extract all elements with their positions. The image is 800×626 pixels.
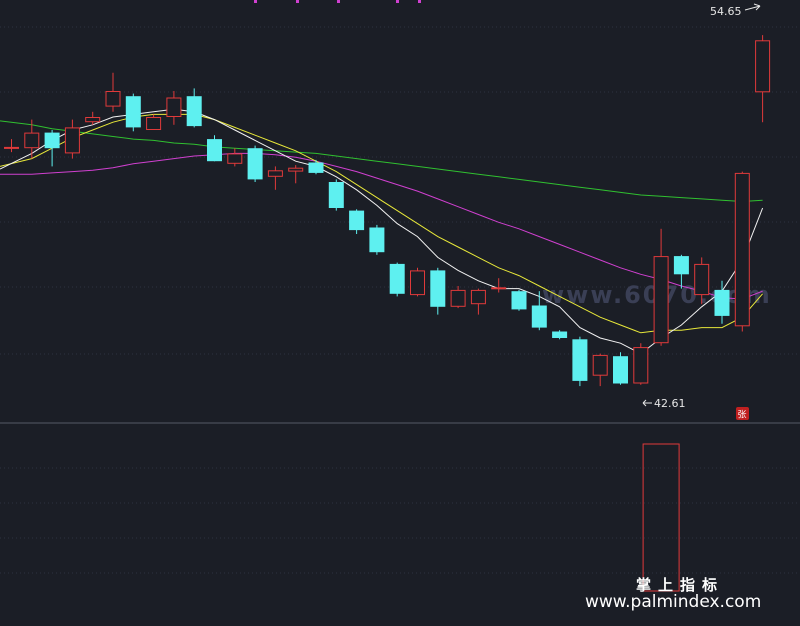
candle-body [267,170,283,177]
candle-body [308,162,324,173]
top-marker [337,0,340,3]
candle [572,336,588,387]
candle-body [755,40,771,93]
candle-body [247,148,263,180]
candle-body [369,227,385,253]
candle-body [166,97,182,117]
candle-body [105,91,121,107]
limit-up-badge: 张 [736,407,749,421]
candle [247,145,263,182]
candle-body [572,339,588,381]
candle [207,135,222,162]
candle [552,330,568,340]
candle-body [470,289,486,305]
top-marker [296,0,299,3]
candle [125,93,141,132]
candle-body [613,356,628,384]
candle [369,224,385,255]
high-price-label: 54.65 [710,5,742,18]
candle-body [552,331,568,338]
candle [613,352,628,385]
candle-body [146,117,162,130]
top-marker [418,0,421,3]
candle [511,289,527,311]
candle-body [734,172,750,327]
candle-body [44,132,60,149]
candle-body [511,291,527,310]
limit-up-badge-text: 张 [738,410,747,421]
candle-body [227,153,243,164]
candle-body [349,210,365,231]
candle-body [24,132,40,149]
candle-body [673,256,689,275]
candle-body [288,167,304,172]
top-marker [396,0,399,3]
candle [410,267,425,297]
candle-body [653,256,669,344]
candle-body [186,96,202,127]
candle [389,262,405,297]
low-price-label: 42.61 [654,397,686,410]
candlestick-chart: www.6070.com 54.65 42.61 张 掌上指标 www.palm… [0,0,800,626]
candle-body [4,146,19,149]
candle-body [592,354,608,376]
candle-body [430,270,446,307]
candle [328,179,344,211]
candle-body [714,289,730,316]
candle [633,343,649,385]
top-marker [254,0,257,3]
candle-body [491,287,507,290]
candle-body [410,270,425,296]
candle [734,171,750,332]
candle-body [207,139,222,162]
brand-url-text: www.palmindex.com [585,592,761,612]
candle-body [531,305,547,328]
candle-body [694,263,710,296]
candle-body [450,289,466,307]
candle-body [328,182,344,208]
candle-body [125,96,141,128]
candle-body [633,347,649,384]
candle-body [85,117,101,123]
candle-body [389,263,405,294]
candle-body [64,127,80,154]
